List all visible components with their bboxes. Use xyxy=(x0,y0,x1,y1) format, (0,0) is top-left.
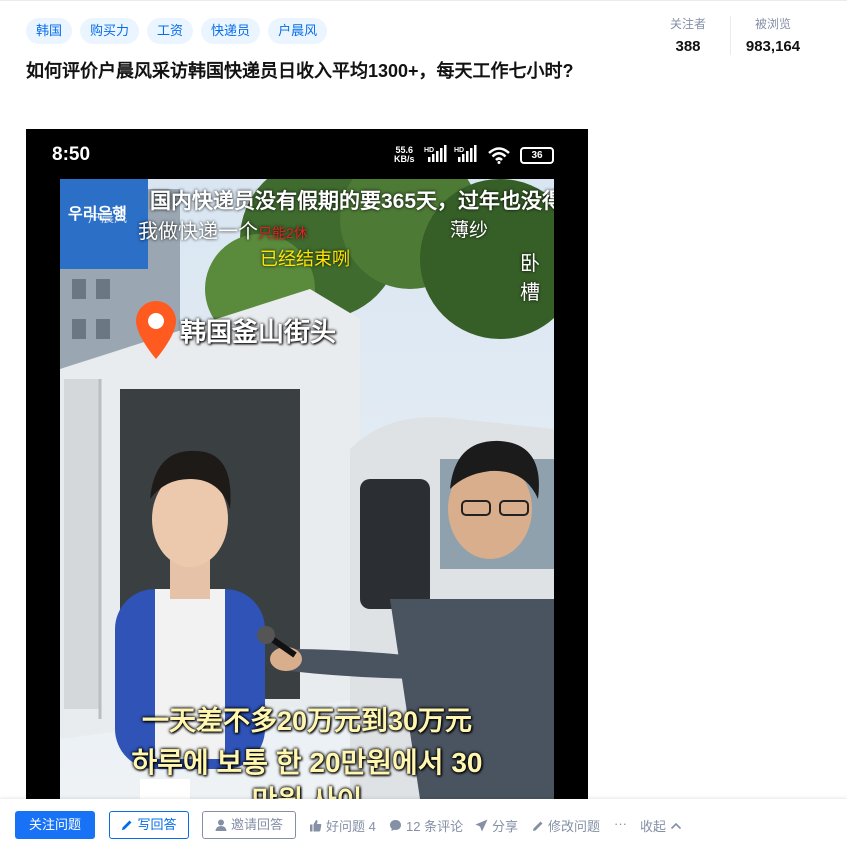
share-button[interactable]: 分享 xyxy=(475,816,518,835)
follow-question-button[interactable]: 关注问题 xyxy=(15,811,95,839)
topic-tag[interactable]: 韩国 xyxy=(26,18,73,44)
subtitle-chinese: 一天差不多20万元到30万元 xyxy=(141,706,473,736)
pencil-icon xyxy=(533,821,543,831)
good-question-label: 好问题 4 xyxy=(326,819,376,834)
invite-answer-label: 邀请回答 xyxy=(230,817,283,832)
location-pin: 韩国釜山街头 xyxy=(136,301,336,359)
overlay-red-text: 只能2休 xyxy=(258,225,308,241)
subtitle-korean-line-1: 하루에 보통 한 20만원에서 30 xyxy=(131,747,483,778)
overlay-line-1: 国内快递员没有假期的要365天，过年也没得 xyxy=(150,190,554,213)
invite-answer-button[interactable]: 邀请回答 xyxy=(202,811,296,839)
edit-question-button[interactable]: 修改问题 xyxy=(532,816,600,835)
network-speed: 55.6 KB/s xyxy=(394,146,415,164)
question-title: 如何评价户晨风采访韩国快递员日收入平均1300+，每天工作七小时? xyxy=(26,61,574,81)
views-label: 被浏览 xyxy=(754,17,791,31)
network-speed-unit: KB/s xyxy=(394,154,415,164)
views-stat: 被浏览 983,164 xyxy=(731,16,815,55)
followers-stat[interactable]: 关注者 388 xyxy=(646,16,731,55)
topic-tag[interactable]: 户晨风 xyxy=(268,18,328,44)
topic-tag[interactable]: 快递员 xyxy=(201,18,261,44)
hd-label: HD xyxy=(454,147,464,154)
overlay-end: 已经结束咧 xyxy=(260,249,350,269)
signal-icon: HD xyxy=(424,145,447,162)
collapse-button[interactable]: 收起 xyxy=(640,816,682,835)
battery-icon: 36 xyxy=(520,147,554,164)
location-text: 韩国釜山街头 xyxy=(180,316,337,347)
phone-clock: 8:50 xyxy=(52,144,91,165)
collapse-label: 收起 xyxy=(640,819,667,834)
thumbs-up-icon xyxy=(310,820,322,832)
hd-label: HD xyxy=(424,147,434,154)
topic-tag[interactable]: 购买力 xyxy=(80,18,140,44)
comments-button[interactable]: 12 条评论 xyxy=(389,816,463,835)
overlay-line-2: 我做快递一个只能2休 xyxy=(138,215,308,244)
video-screenshot[interactable]: 8:50 55.6 KB/s HD HD 36 우리은행 国内快递员没有假期的要… xyxy=(26,129,588,799)
pencil-icon xyxy=(122,820,132,830)
comment-icon xyxy=(390,820,401,831)
paper-plane-icon xyxy=(475,819,488,832)
write-answer-label: 写回答 xyxy=(137,817,177,832)
video-frame: 우리은행 国内快递员没有假期的要365天，过年也没得 户晨风 我做快递一个只能2… xyxy=(60,179,554,799)
chevron-up-icon xyxy=(670,822,682,829)
signal-icon: HD xyxy=(454,145,477,162)
top-divider xyxy=(0,0,847,1)
phone-status-bar: 8:50 55.6 KB/s HD HD 36 xyxy=(26,129,588,179)
question-stats: 关注者 388 被浏览 983,164 xyxy=(646,16,815,55)
views-count: 983,164 xyxy=(745,38,801,55)
overlay-thin: 薄纱 xyxy=(450,220,489,241)
location-pin-icon xyxy=(136,301,176,359)
invite-user-icon xyxy=(215,819,227,831)
good-question-button[interactable]: 好问题 4 xyxy=(309,816,376,835)
write-answer-button[interactable]: 写回答 xyxy=(109,811,189,839)
watermark: 户晨风 xyxy=(88,210,128,225)
followers-label: 关注者 xyxy=(669,17,706,31)
followers-count: 388 xyxy=(675,38,701,55)
subtitle-korean-line-2: 만원 사이 xyxy=(60,779,554,799)
topic-tag[interactable]: 工资 xyxy=(147,18,194,44)
overlay-wow: 卧槽 xyxy=(520,253,540,304)
question-action-bar: 关注问题 写回答 邀请回答 好问题 4 12 条评论 分享 修改问题 ··· 收… xyxy=(0,799,847,845)
wifi-icon xyxy=(488,147,510,164)
edit-question-label: 修改问题 xyxy=(548,819,601,834)
more-options-button[interactable]: ··· xyxy=(614,816,627,831)
comments-label: 12 条评论 xyxy=(406,819,464,834)
share-label: 分享 xyxy=(492,819,519,834)
topic-tags: 韩国 购买力 工资 快递员 户晨风 xyxy=(26,18,328,44)
overlay-line-2-text: 我做快递一个 xyxy=(138,221,258,243)
